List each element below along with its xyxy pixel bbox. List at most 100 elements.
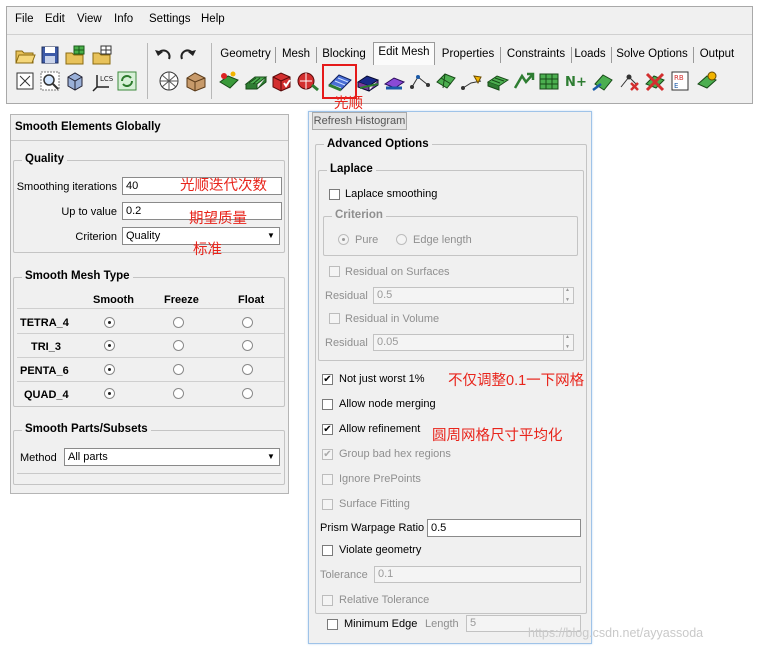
residual-volume-field-label: Residual: [325, 337, 368, 349]
relative-tolerance-checkbox[interactable]: [322, 595, 333, 606]
pure-radio[interactable]: [338, 234, 349, 245]
mesh-params-icon[interactable]: [695, 70, 717, 92]
menu-help[interactable]: Help: [201, 13, 225, 25]
freeze-radio[interactable]: [173, 364, 184, 375]
solid-shaded-icon[interactable]: [184, 70, 206, 92]
minimum-edge-checkbox[interactable]: [327, 619, 338, 630]
tab-loads[interactable]: Loads: [573, 45, 607, 65]
refresh-icon[interactable]: [116, 70, 138, 92]
residual-volume-checkbox[interactable]: [329, 313, 340, 324]
tab-separator: [500, 47, 501, 63]
redo-icon[interactable]: [177, 44, 199, 66]
tab-separator: [611, 47, 612, 63]
grid-line: [17, 357, 284, 358]
convert-mesh-type-icon[interactable]: [512, 70, 535, 92]
refresh-histogram-button[interactable]: Refresh Histogram: [312, 112, 407, 130]
annotation-criterion: 标准: [193, 242, 222, 258]
residual-surfaces-input[interactable]: 0.5: [373, 287, 574, 304]
split-mesh-icon[interactable]: [434, 70, 456, 92]
tab-properties[interactable]: Properties: [438, 45, 498, 65]
menu-file[interactable]: File: [15, 13, 34, 25]
allow-node-merging-label: Allow node merging: [339, 398, 436, 410]
not-just-worst-checkbox[interactable]: ✔: [322, 374, 333, 385]
panel-title: Smooth Elements Globally: [15, 121, 161, 133]
tab-geometry[interactable]: Geometry: [218, 45, 273, 65]
delete-elements-icon[interactable]: [643, 70, 665, 92]
reorient-mesh-icon[interactable]: [591, 70, 613, 92]
edge-length-radio[interactable]: [396, 234, 407, 245]
row-label: TRI_3: [31, 341, 61, 353]
renumber-mesh-icon[interactable]: N +: [564, 70, 587, 92]
freeze-radio[interactable]: [173, 340, 184, 351]
laplace-smoothing-checkbox[interactable]: [329, 189, 340, 200]
tab-blocking[interactable]: Blocking: [318, 45, 370, 65]
float-radio[interactable]: [242, 340, 253, 351]
adjust-mesh-icon[interactable]: [538, 70, 560, 92]
smooth-radio[interactable]: [104, 364, 115, 375]
display-quality-icon[interactable]: [296, 70, 319, 92]
check-mesh-icon[interactable]: [270, 70, 292, 92]
float-radio[interactable]: [242, 388, 253, 399]
parts-group-title: Smooth Parts/Subsets: [22, 423, 151, 435]
menu-settings[interactable]: Settings: [149, 13, 191, 25]
zoom-box-icon[interactable]: [39, 70, 61, 92]
smooth-radio[interactable]: [104, 340, 115, 351]
row-label: QUAD_4: [24, 389, 69, 401]
group-bad-hex-checkbox[interactable]: ✔: [322, 449, 333, 460]
method-value: All parts: [68, 451, 108, 463]
column-float: Float: [238, 294, 265, 306]
tab-solve-options[interactable]: Solve Options: [614, 45, 690, 65]
criterion-group-title: Criterion: [332, 209, 386, 221]
edit-distributed-icon[interactable]: RB E: [669, 70, 691, 92]
delete-nodes-icon[interactable]: [617, 70, 639, 92]
ignore-preprints-checkbox[interactable]: [322, 474, 333, 485]
violate-geometry-checkbox[interactable]: [322, 545, 333, 556]
tab-edit-mesh[interactable]: Edit Mesh: [373, 42, 435, 65]
repair-mesh-icon[interactable]: [382, 70, 406, 92]
minimum-edge-label: Minimum Edge: [344, 618, 418, 630]
tolerance-input[interactable]: 0.1: [374, 566, 581, 583]
allow-refinement-checkbox[interactable]: ✔: [322, 424, 333, 435]
float-radio[interactable]: [242, 364, 253, 375]
geometry-open-icon[interactable]: [64, 44, 86, 66]
tab-mesh[interactable]: Mesh: [278, 45, 314, 65]
tab-constraints[interactable]: Constraints: [503, 45, 569, 65]
allow-node-merging-checkbox[interactable]: [322, 399, 333, 410]
not-just-worst-label: Not just worst 1%: [339, 373, 425, 385]
pure-label: Pure: [355, 234, 379, 246]
residual-surfaces-checkbox[interactable]: [329, 266, 340, 277]
geometry-save-icon[interactable]: [91, 44, 113, 66]
freeze-radio[interactable]: [173, 317, 184, 328]
menu-view[interactable]: View: [77, 13, 102, 25]
float-radio[interactable]: [242, 317, 253, 328]
wireframe-icon[interactable]: [157, 70, 179, 92]
view-cube-icon[interactable]: [64, 70, 86, 92]
annotation-target-quality: 期望质量: [189, 211, 247, 227]
open-icon[interactable]: [14, 44, 36, 66]
extrude-mesh-icon[interactable]: [244, 70, 268, 92]
local-coord-icon[interactable]: LCS: [91, 70, 114, 92]
smooth-hexa-icon[interactable]: [356, 70, 380, 92]
spinner-icon[interactable]: [563, 334, 573, 350]
smooth-radio[interactable]: [104, 388, 115, 399]
svg-text:LCS: LCS: [100, 75, 113, 83]
smooth-radio[interactable]: [104, 317, 115, 328]
prism-warpage-input[interactable]: 0.5: [427, 519, 581, 537]
menu-info[interactable]: Info: [114, 13, 133, 25]
spinner-icon[interactable]: [563, 287, 573, 303]
tab-output[interactable]: Output: [696, 45, 738, 65]
create-elements-icon[interactable]: [218, 70, 240, 92]
move-nodes-icon[interactable]: [460, 70, 482, 92]
annotation-smooth: 光顺: [334, 96, 363, 112]
undo-icon[interactable]: [152, 44, 174, 66]
menu-edit[interactable]: Edit: [45, 13, 65, 25]
surface-fitting-checkbox[interactable]: [322, 499, 333, 510]
freeze-radio[interactable]: [173, 388, 184, 399]
save-icon[interactable]: [39, 44, 61, 66]
residual-volume-input[interactable]: 0.05: [373, 334, 574, 351]
method-select[interactable]: All parts ▼: [64, 448, 280, 466]
fit-window-icon[interactable]: [14, 70, 36, 92]
mesh-type-group-title: Smooth Mesh Type: [22, 270, 133, 282]
merge-nodes-icon[interactable]: [408, 70, 430, 92]
transform-mesh-icon[interactable]: [486, 70, 510, 92]
